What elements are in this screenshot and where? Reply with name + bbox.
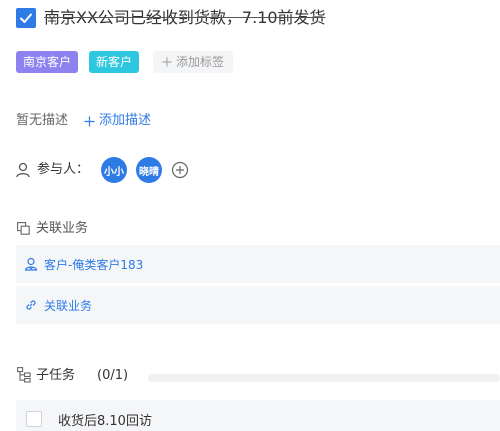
subtasks-count: (0/1) bbox=[97, 368, 129, 383]
related-item-customer[interactable]: 客户-俺类客户183 bbox=[16, 245, 500, 283]
subtask-label: 收货后8.10回访 bbox=[58, 413, 152, 429]
customer-icon bbox=[24, 257, 38, 271]
related-business-heading: 关联业务 bbox=[36, 221, 89, 236]
description-empty-text: 暂无描述 bbox=[16, 113, 69, 128]
add-description-label: 添加描述 bbox=[99, 113, 152, 128]
participants-label: 参与人： bbox=[37, 162, 90, 177]
related-item-label: 关联业务 bbox=[44, 298, 93, 313]
add-related-business-button[interactable]: 关联业务 bbox=[16, 286, 500, 324]
link-icon bbox=[26, 300, 36, 310]
subtask-checkbox[interactable] bbox=[26, 411, 42, 427]
person-icon bbox=[16, 162, 30, 178]
avatar[interactable]: 晓晴 bbox=[136, 157, 162, 183]
task-complete-checkbox[interactable] bbox=[16, 8, 36, 28]
check-icon bbox=[20, 13, 32, 23]
add-tag-label: 添加标签 bbox=[176, 55, 225, 69]
tag-nanjing-customer[interactable]: 南京客户 bbox=[16, 51, 79, 73]
subtask-tree-icon bbox=[17, 367, 31, 383]
task-title[interactable]: 南京XX公司已经收到货款，7.10前发货 bbox=[44, 6, 326, 30]
subtask-item[interactable]: 收货后8.10回访 bbox=[16, 400, 500, 431]
subtasks-heading: 子任务 bbox=[36, 368, 76, 383]
copy-icon bbox=[17, 222, 30, 235]
add-description-button[interactable]: 添加描述 bbox=[84, 112, 151, 130]
tag-new-customer[interactable]: 新客户 bbox=[89, 51, 140, 73]
add-participant-icon[interactable] bbox=[171, 161, 189, 179]
related-item-label: 客户-俺类客户183 bbox=[44, 257, 144, 272]
plus-icon bbox=[84, 116, 95, 126]
subtasks-progress-bar bbox=[148, 374, 500, 382]
plus-icon bbox=[162, 57, 172, 67]
avatar[interactable]: 小小 bbox=[101, 157, 127, 183]
add-tag-button[interactable]: 添加标签 bbox=[153, 51, 234, 73]
